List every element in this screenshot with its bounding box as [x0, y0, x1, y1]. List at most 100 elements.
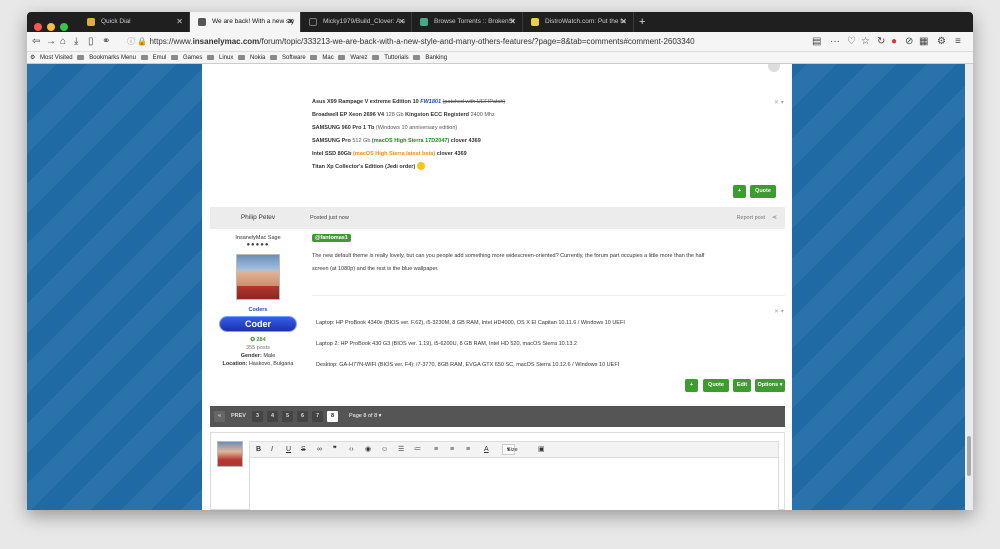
extension2-icon[interactable]: ▦ — [919, 35, 928, 49]
tab-distrowatch[interactable]: DistroWatch.com: Put the fu ✕ — [523, 12, 634, 32]
spoiler-icon[interactable]: ◉ — [365, 442, 371, 457]
post-date: Posted just now — [310, 215, 349, 221]
folder-icon — [207, 55, 215, 60]
close-tab-icon[interactable]: ✕ — [509, 12, 516, 32]
underline-icon[interactable]: U — [286, 442, 291, 457]
forum-page: ✕ ▾ Asus X99 Rampage V extreme Edition 1… — [202, 64, 792, 510]
post-author[interactable]: Philip Petev — [210, 207, 306, 229]
italic-icon[interactable]: I — [271, 442, 273, 457]
member-rank: InsanelyMac Sage — [235, 235, 281, 241]
post-signature: Laptop: HP ProBook 4340s (BIOS ver. F.62… — [316, 320, 625, 368]
folder-icon — [140, 55, 148, 60]
close-tab-icon[interactable]: ✕ — [398, 12, 405, 32]
more-icon[interactable]: ··· — [830, 35, 840, 49]
scrollbar[interactable] — [965, 64, 973, 510]
multiquote-button[interactable]: + — [685, 379, 698, 392]
bold-icon[interactable]: B — [256, 442, 261, 457]
bookmark-linux[interactable]: Linux — [207, 55, 233, 61]
download-icon[interactable]: ⤓ — [74, 35, 78, 49]
font-color-icon[interactable]: A — [484, 442, 489, 457]
forward-icon[interactable]: → — [46, 35, 56, 49]
close-tab-icon[interactable]: ✕ — [620, 12, 627, 32]
bookmark-warez[interactable]: Warez — [338, 55, 368, 61]
avatar[interactable] — [236, 254, 280, 300]
close-tab-icon[interactable]: ✕ — [176, 12, 183, 32]
report-post-link[interactable]: Report post — [737, 207, 765, 229]
page-4-button[interactable]: 4 — [267, 411, 278, 422]
adblock-icon[interactable]: ● — [891, 35, 897, 49]
options-button[interactable]: Options ▾ — [755, 379, 785, 392]
page-8-button[interactable]: 8 — [327, 411, 338, 422]
rank-pips: ●●●●● — [246, 242, 270, 248]
pocket-icon[interactable]: ♡ — [847, 35, 856, 49]
bookmark-games[interactable]: Games — [171, 55, 202, 61]
quote-icon[interactable]: ❞ — [333, 442, 337, 457]
page-viewport: ✕ ▾ Asus X99 Rampage V extreme Edition 1… — [27, 64, 973, 510]
quote-button[interactable]: Quote — [703, 379, 729, 392]
page-6-button[interactable]: 6 — [297, 411, 308, 422]
mention-tag[interactable]: @fantomas1 — [312, 234, 351, 242]
zoom-window-button[interactable] — [60, 23, 68, 31]
reply-textarea[interactable] — [249, 458, 779, 510]
scrollbar-thumb[interactable] — [967, 436, 971, 476]
folder-icon — [238, 55, 246, 60]
align-right-icon[interactable]: ≡ — [466, 442, 470, 457]
signature-divider — [312, 295, 785, 296]
share-icon[interactable]: ⋖ — [772, 207, 777, 229]
align-left-icon[interactable]: ≡ — [434, 442, 438, 457]
new-tab-button[interactable]: + — [639, 12, 645, 32]
bookmark-tuttorials[interactable]: Tuttorials — [372, 55, 409, 61]
lock-icon: 🔒 — [137, 37, 148, 46]
strikethrough-icon[interactable]: S — [301, 442, 306, 457]
back-icon[interactable]: ⇦ — [32, 35, 40, 49]
menu-icon[interactable]: ≡ — [955, 35, 961, 49]
multiquote-button[interactable]: + — [733, 185, 746, 198]
bookmark-most-visited[interactable]: ⚙ Most Visited — [30, 55, 73, 61]
close-tab-icon[interactable]: ✕ — [287, 12, 294, 32]
bookmark-software[interactable]: Software — [270, 55, 306, 61]
reader-icon[interactable]: ▤ — [812, 35, 821, 49]
emoji-icon[interactable]: ☺ — [381, 442, 388, 457]
url-bar[interactable]: ⓘ 🔒 https://www.insanelymac.com/forum/to… — [127, 35, 707, 49]
page-7-button[interactable]: 7 — [312, 411, 323, 422]
first-page-button[interactable]: « — [214, 411, 225, 422]
close-window-button[interactable] — [34, 23, 42, 31]
bookmark-emul[interactable]: Emul — [140, 55, 166, 61]
edit-button[interactable]: Edit — [733, 379, 751, 392]
sync-icon[interactable]: ⚭ — [102, 35, 110, 49]
bookmark-banking[interactable]: Banking — [413, 55, 447, 61]
quote-button[interactable]: Quote — [750, 185, 776, 198]
tab-insanelymac[interactable]: We are back! With a new sty ✕ — [190, 12, 301, 32]
extension-icon[interactable]: ⊘ — [905, 35, 913, 49]
page-jump-dropdown[interactable]: Page 8 of 8 ▾ — [349, 406, 381, 427]
page-3-button[interactable]: 3 — [252, 411, 263, 422]
tab-github[interactable]: Micky1979/Build_Clover: A s ✕ — [301, 12, 412, 32]
numbered-list-icon[interactable]: ≔ — [414, 442, 421, 457]
bookmark-nokia[interactable]: Nokia — [238, 55, 265, 61]
tab-torrents[interactable]: Browse Torrents :: BrokenSt ✕ — [412, 12, 523, 32]
minimize-window-button[interactable] — [47, 23, 55, 31]
insanelymac-icon — [198, 18, 206, 26]
library-icon[interactable]: ▯ — [88, 35, 94, 49]
home-icon[interactable]: ⌂ — [60, 35, 66, 49]
close-sig-icon[interactable]: ✕ ▾ — [774, 308, 784, 315]
code-icon[interactable]: ‹› — [349, 442, 354, 457]
nav-bar: ⇦ → ⌂ ⤓ ▯ ⚭ ⓘ 🔒 https://www.insanelymac.… — [27, 32, 973, 52]
font-size-select[interactable]: Size ▾ — [502, 444, 518, 455]
bookmark-star-icon[interactable]: ☆ — [861, 35, 870, 49]
bookmark-menu[interactable]: Bookmarks Menu — [77, 55, 136, 61]
extension3-icon[interactable]: ⚙ — [937, 35, 946, 49]
link-icon[interactable]: ∞ — [317, 442, 322, 457]
bullet-list-icon[interactable]: ☰ — [398, 442, 404, 457]
preview-icon[interactable]: ▣ — [538, 442, 545, 457]
reload-icon[interactable]: ↻ — [877, 35, 885, 49]
tab-quick-dial[interactable]: Quick Dial ✕ — [79, 12, 190, 32]
close-sig-icon[interactable]: ✕ ▾ — [774, 99, 784, 106]
location-row: Location: Haskovo, Bulgaria — [222, 361, 294, 367]
prev-page-button[interactable]: PREV — [231, 406, 246, 427]
info-icon[interactable]: ⓘ — [127, 37, 135, 46]
page-5-button[interactable]: 5 — [282, 411, 293, 422]
pagination-bar: « PREV 3 4 5 6 7 8 Page 8 of 8 ▾ — [210, 406, 785, 427]
align-center-icon[interactable]: ≡ — [450, 442, 454, 457]
bookmark-mac[interactable]: Mac — [310, 55, 334, 61]
